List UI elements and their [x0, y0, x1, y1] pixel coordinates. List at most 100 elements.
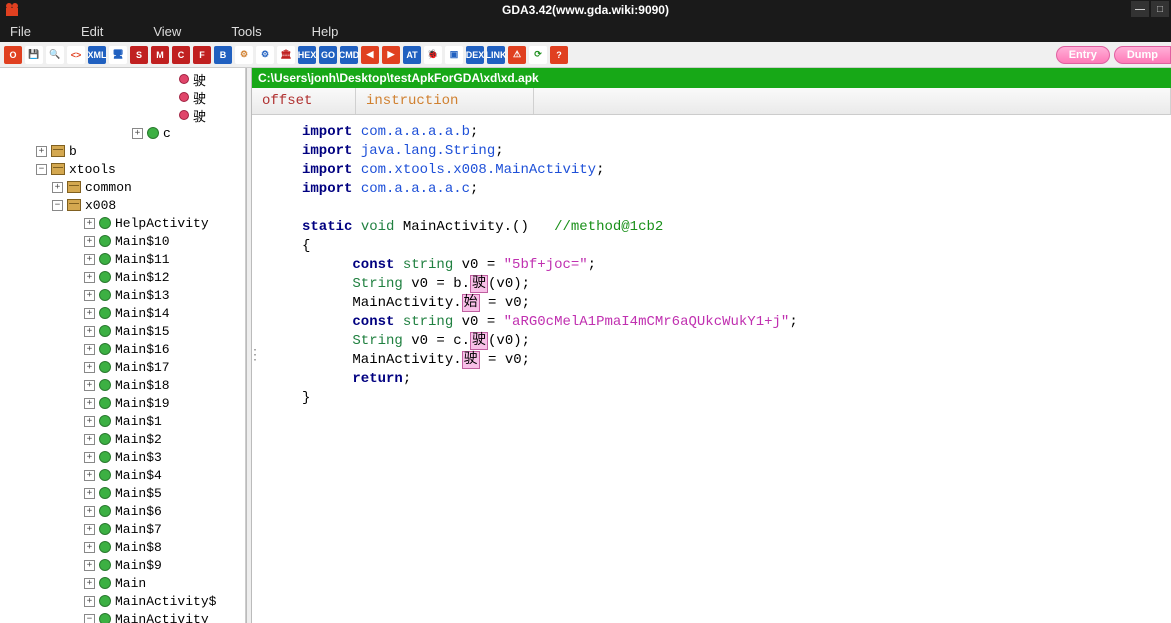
- toolbar-icon-22[interactable]: DEX: [466, 46, 484, 64]
- class-Main$12[interactable]: +Main$12: [0, 268, 245, 286]
- class-Main[interactable]: +Main: [0, 574, 245, 592]
- method-node-2[interactable]: 驶: [0, 106, 245, 124]
- dump-button[interactable]: Dump: [1114, 46, 1171, 64]
- pkg-common[interactable]: +common: [0, 178, 245, 196]
- class-Main$1[interactable]: +Main$1: [0, 412, 245, 430]
- expand-icon[interactable]: +: [84, 434, 95, 445]
- expand-icon[interactable]: +: [84, 290, 95, 301]
- toolbar-icon-11[interactable]: ⚙: [235, 46, 253, 64]
- expand-icon[interactable]: +: [84, 236, 95, 247]
- class-Main$10[interactable]: +Main$10: [0, 232, 245, 250]
- toolbar-icon-14[interactable]: HEX: [298, 46, 316, 64]
- minimize-button[interactable]: —: [1131, 1, 1149, 17]
- expand-icon[interactable]: +: [84, 452, 95, 463]
- toolbar-icon-18[interactable]: ▶: [382, 46, 400, 64]
- menu-help[interactable]: Help: [312, 24, 339, 39]
- toolbar-icon-16[interactable]: CMD: [340, 46, 358, 64]
- toolbar-icon-5[interactable]: 🖥: [109, 46, 127, 64]
- expand-icon[interactable]: +: [84, 344, 95, 355]
- toolbar-icon-21[interactable]: ▣: [445, 46, 463, 64]
- menu-file[interactable]: File: [10, 24, 31, 39]
- expand-icon[interactable]: +: [84, 542, 95, 553]
- col-instruction[interactable]: instruction: [356, 88, 534, 114]
- entry-button[interactable]: Entry: [1056, 46, 1110, 64]
- expand-icon[interactable]: +: [84, 488, 95, 499]
- toolbar-icon-19[interactable]: AT: [403, 46, 421, 64]
- col-offset[interactable]: offset: [252, 88, 356, 114]
- menu-tools[interactable]: Tools: [231, 24, 261, 39]
- expand-icon[interactable]: +: [52, 182, 63, 193]
- expand-icon[interactable]: +: [84, 470, 95, 481]
- toolbar-icon-15[interactable]: GO: [319, 46, 337, 64]
- expand-icon[interactable]: −: [52, 200, 63, 211]
- toolbar-icon-0[interactable]: O: [4, 46, 22, 64]
- toolbar-icon-3[interactable]: <>: [67, 46, 85, 64]
- expand-icon[interactable]: −: [84, 614, 95, 623]
- class-Main$2[interactable]: +Main$2: [0, 430, 245, 448]
- toolbar-icon-26[interactable]: ?: [550, 46, 568, 64]
- class-MainActivity[interactable]: −MainActivity: [0, 610, 245, 623]
- class-Main$5[interactable]: +Main$5: [0, 484, 245, 502]
- toolbar-icon-2[interactable]: 🔍: [46, 46, 64, 64]
- expand-icon[interactable]: +: [84, 380, 95, 391]
- toolbar-icon-17[interactable]: ◀: [361, 46, 379, 64]
- expand-icon[interactable]: +: [132, 128, 143, 139]
- class-Main$7[interactable]: +Main$7: [0, 520, 245, 538]
- maximize-button[interactable]: □: [1151, 1, 1169, 17]
- method-node-0[interactable]: 驶: [0, 70, 245, 88]
- toolbar-icon-10[interactable]: B: [214, 46, 232, 64]
- toolbar-icon-4[interactable]: XML: [88, 46, 106, 64]
- splitter[interactable]: [246, 68, 252, 623]
- pkg-xtools[interactable]: −xtools: [0, 160, 245, 178]
- expand-icon[interactable]: −: [36, 164, 47, 175]
- class-HelpActivity[interactable]: +HelpActivity: [0, 214, 245, 232]
- class-Main$16[interactable]: +Main$16: [0, 340, 245, 358]
- toolbar-icon-12[interactable]: ⚙: [256, 46, 274, 64]
- expand-icon[interactable]: +: [84, 326, 95, 337]
- class-Main$15[interactable]: +Main$15: [0, 322, 245, 340]
- expand-icon[interactable]: +: [84, 308, 95, 319]
- expand-icon[interactable]: +: [84, 560, 95, 571]
- expand-icon[interactable]: +: [84, 416, 95, 427]
- class-Main$17[interactable]: +Main$17: [0, 358, 245, 376]
- pkg-x008[interactable]: −x008: [0, 196, 245, 214]
- class-Main$11[interactable]: +Main$11: [0, 250, 245, 268]
- expand-icon[interactable]: +: [84, 362, 95, 373]
- expand-icon[interactable]: +: [84, 596, 95, 607]
- class-c[interactable]: +c: [0, 124, 245, 142]
- expand-icon[interactable]: +: [84, 506, 95, 517]
- class-Main$3[interactable]: +Main$3: [0, 448, 245, 466]
- toolbar-icon-23[interactable]: LINK: [487, 46, 505, 64]
- menu-view[interactable]: View: [153, 24, 181, 39]
- class-Main$9[interactable]: +Main$9: [0, 556, 245, 574]
- class-Main$4[interactable]: +Main$4: [0, 466, 245, 484]
- class-Main$19[interactable]: +Main$19: [0, 394, 245, 412]
- code-view[interactable]: import com.a.a.a.a.b; import java.lang.S…: [252, 115, 1171, 623]
- expand-icon[interactable]: +: [36, 146, 47, 157]
- toolbar-icon-9[interactable]: F: [193, 46, 211, 64]
- toolbar-icon-20[interactable]: 🐞: [424, 46, 442, 64]
- toolbar-icon-13[interactable]: 🏛: [277, 46, 295, 64]
- expand-icon[interactable]: +: [84, 398, 95, 409]
- toolbar-icon-7[interactable]: M: [151, 46, 169, 64]
- class-Main$13[interactable]: +Main$13: [0, 286, 245, 304]
- method-node-1[interactable]: 驶: [0, 88, 245, 106]
- class-Main$6[interactable]: +Main$6: [0, 502, 245, 520]
- expand-icon[interactable]: +: [84, 272, 95, 283]
- toolbar-icon-24[interactable]: ⚠: [508, 46, 526, 64]
- class-Main$14[interactable]: +Main$14: [0, 304, 245, 322]
- toolbar-icon-25[interactable]: ⟳: [529, 46, 547, 64]
- expand-icon[interactable]: +: [84, 254, 95, 265]
- expand-icon[interactable]: +: [84, 524, 95, 535]
- expand-icon[interactable]: +: [84, 218, 95, 229]
- tree-panel[interactable]: 驶驶驶+c+b−xtools+common−x008+HelpActivity+…: [0, 68, 246, 623]
- menu-edit[interactable]: Edit: [81, 24, 103, 39]
- class-Main$8[interactable]: +Main$8: [0, 538, 245, 556]
- pkg-b[interactable]: +b: [0, 142, 245, 160]
- toolbar-icon-8[interactable]: C: [172, 46, 190, 64]
- class-MainActivity$[interactable]: +MainActivity$: [0, 592, 245, 610]
- toolbar-icon-1[interactable]: 💾: [25, 46, 43, 64]
- class-Main$18[interactable]: +Main$18: [0, 376, 245, 394]
- expand-icon[interactable]: +: [84, 578, 95, 589]
- toolbar-icon-6[interactable]: S: [130, 46, 148, 64]
